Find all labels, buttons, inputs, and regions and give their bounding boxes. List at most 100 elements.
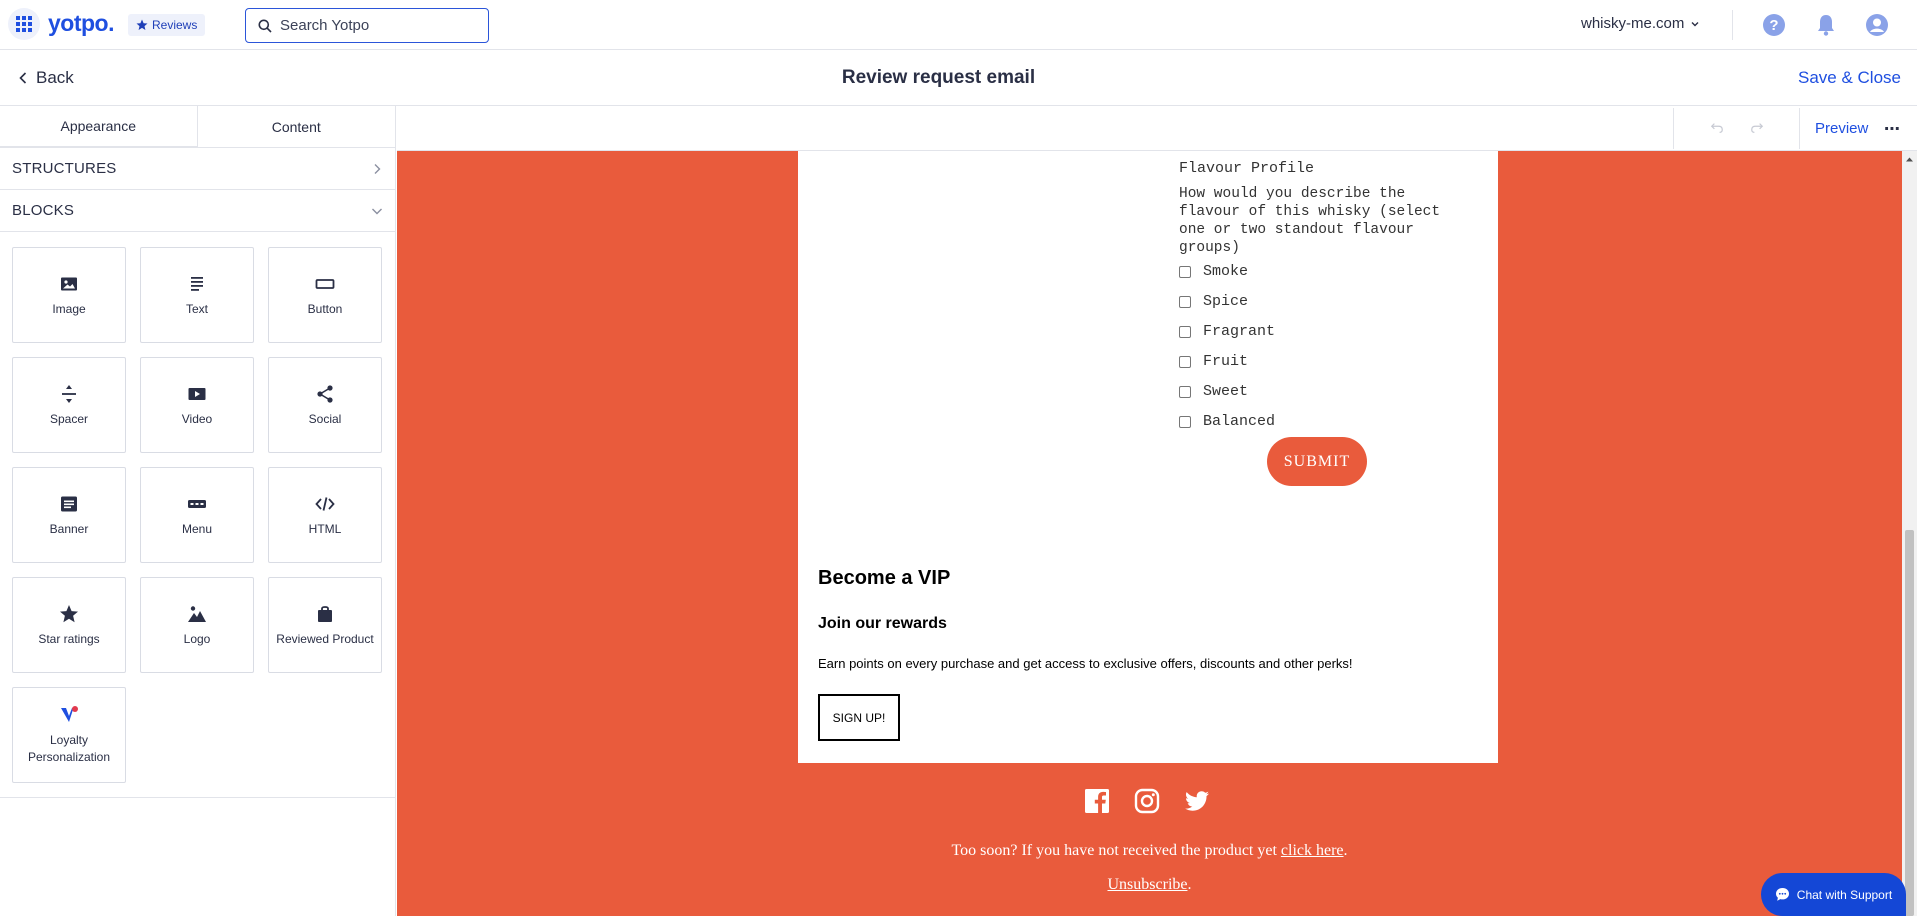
checkbox[interactable] (1179, 265, 1191, 278)
store-selector[interactable]: whisky-me.com (1581, 15, 1700, 32)
footer-period: . (1343, 842, 1348, 859)
flavour-option-label: Fruit (1203, 353, 1249, 370)
panel-tabs: Appearance Content (0, 106, 395, 148)
flavour-option-label: Fragrant (1203, 323, 1276, 340)
block-label: Social (308, 412, 342, 426)
blocks-section-toggle[interactable]: BLOCKS (0, 190, 395, 232)
unsubscribe-link[interactable]: Unsubscribe (1108, 876, 1188, 893)
block-banner[interactable]: Banner (12, 467, 126, 563)
svg-text:?: ? (1769, 17, 1778, 34)
loyalty-icon (61, 706, 78, 722)
checkbox[interactable] (1179, 325, 1191, 338)
tab-content[interactable]: Content (197, 106, 395, 147)
product-badge-label: Reviews (152, 18, 198, 32)
flavour-option-fragrant[interactable]: Fragrant (1179, 323, 1275, 340)
block-label: Banner (49, 522, 89, 536)
search-box[interactable] (245, 8, 489, 43)
unsubscribe-period: . (1187, 876, 1192, 893)
yotpo-logo[interactable]: yotpo. (48, 10, 115, 37)
flavour-profile-question: How would you describe the flavour of th… (1179, 186, 1441, 256)
checkbox[interactable] (1179, 295, 1191, 308)
chat-bubble-icon (1775, 888, 1789, 901)
structures-section-toggle[interactable]: STRUCTURES (0, 148, 395, 190)
search-icon (258, 19, 272, 33)
block-social[interactable]: Social (268, 357, 382, 453)
structures-label: STRUCTURES (12, 160, 117, 177)
flavour-option-sweet[interactable]: Sweet (1179, 383, 1248, 400)
preview-button[interactable]: Preview (1815, 120, 1868, 137)
page-title: Review request email (841, 67, 1036, 88)
divider (1673, 108, 1674, 149)
block-video[interactable]: Video (140, 357, 254, 453)
store-name: whisky-me.com (1581, 15, 1685, 32)
menu-icon (188, 500, 206, 508)
editor-header: Back Review request email Save & Close (0, 50, 1917, 106)
block-star-ratings[interactable]: Star ratings (12, 577, 126, 673)
product-badge[interactable]: Reviews (128, 14, 206, 36)
twitter-icon[interactable] (1183, 787, 1211, 815)
apps-grid-icon[interactable] (8, 8, 40, 40)
email-content-card: Flavour Profile How would you describe t… (798, 151, 1498, 763)
footer-text: Too soon? If you have not received the p… (951, 842, 1277, 859)
block-label: Logo (183, 632, 211, 646)
image-icon (61, 277, 77, 291)
tab-appearance[interactable]: Appearance (0, 106, 198, 147)
star-icon (60, 605, 78, 623)
checkbox[interactable] (1179, 385, 1191, 398)
user-account-icon[interactable] (1865, 13, 1889, 37)
block-reviewed-product[interactable]: Reviewed Product (268, 577, 382, 673)
flavour-option-fruit[interactable]: Fruit (1179, 353, 1248, 370)
help-icon[interactable]: ? (1762, 13, 1786, 37)
block-label: HTML (308, 522, 342, 536)
flavour-profile-title: Flavour Profile (1179, 160, 1315, 177)
click-here-link[interactable]: click here (1281, 842, 1344, 859)
left-panel: Appearance Content STRUCTURES BLOCKS Ima… (0, 106, 396, 916)
canvas-toolbar: Preview ⋯ (397, 106, 1917, 151)
share-icon (317, 385, 333, 403)
block-label: Image (52, 302, 86, 316)
block-html[interactable]: HTML (268, 467, 382, 563)
blocks-grid: Image Text Button Spacer Video Social Ba… (0, 232, 395, 798)
facebook-icon[interactable] (1083, 787, 1111, 815)
text-icon (191, 277, 203, 291)
scroll-up-arrow-icon[interactable] (1905, 155, 1914, 164)
instagram-icon[interactable] (1133, 787, 1161, 815)
button-icon (315, 279, 335, 289)
top-bar: yotpo. Reviews whisky-me.com ? (0, 0, 1917, 50)
flavour-option-spice[interactable]: Spice (1179, 293, 1248, 310)
block-label: Spacer (49, 412, 89, 426)
chevron-right-icon (374, 163, 381, 174)
video-icon (188, 388, 206, 400)
save-close-button[interactable]: Save & Close (1798, 68, 1901, 88)
sign-up-button[interactable]: SIGN UP! (818, 694, 900, 741)
flavour-option-label: Balanced (1203, 413, 1276, 430)
vip-description: Earn points on every purchase and get ac… (818, 656, 1353, 671)
checkbox[interactable] (1179, 415, 1191, 428)
search-input[interactable] (280, 17, 470, 34)
block-label: Menu (181, 522, 213, 536)
notification-bell-icon[interactable] (1814, 13, 1838, 37)
block-menu[interactable]: Menu (140, 467, 254, 563)
chat-with-support-button[interactable]: Chat with Support (1761, 873, 1906, 916)
flavour-option-smoke[interactable]: Smoke (1179, 263, 1248, 280)
scrollbar-thumb[interactable] (1905, 530, 1914, 916)
flavour-option-balanced[interactable]: Balanced (1179, 413, 1275, 430)
block-image[interactable]: Image (12, 247, 126, 343)
submit-button[interactable]: SUBMIT (1267, 437, 1367, 486)
chevron-down-icon (1691, 21, 1699, 26)
block-loyalty-personalization[interactable]: Loyalty Personalization (12, 687, 126, 783)
redo-icon[interactable] (1749, 120, 1765, 136)
block-logo[interactable]: Logo (140, 577, 254, 673)
chevron-down-icon (372, 208, 382, 214)
checkbox[interactable] (1179, 355, 1191, 368)
block-label: Button (307, 302, 343, 316)
star-badge-icon (136, 19, 148, 30)
more-options-icon[interactable]: ⋯ (1884, 119, 1901, 139)
vip-title: Become a VIP (818, 567, 951, 589)
flavour-option-label: Sweet (1203, 383, 1249, 400)
chat-label: Chat with Support (1796, 887, 1893, 902)
block-spacer[interactable]: Spacer (12, 357, 126, 453)
block-text[interactable]: Text (140, 247, 254, 343)
undo-icon[interactable] (1709, 120, 1725, 136)
block-button[interactable]: Button (268, 247, 382, 343)
